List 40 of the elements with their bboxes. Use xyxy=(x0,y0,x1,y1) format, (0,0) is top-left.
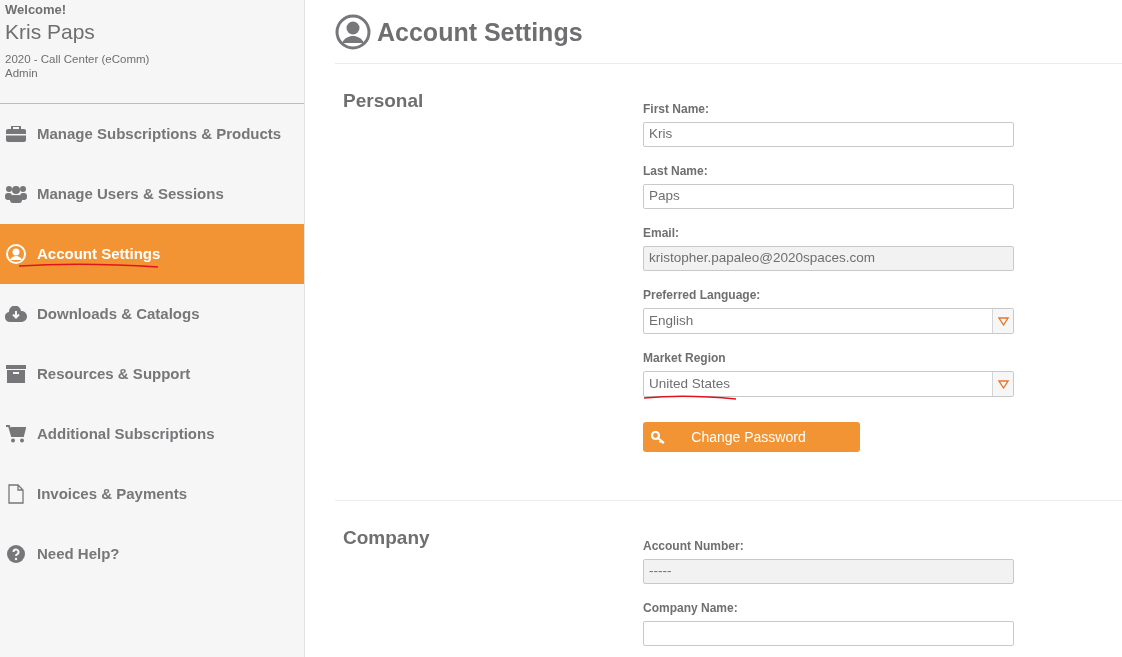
section-title: Company xyxy=(342,526,431,550)
user-name: Kris Paps xyxy=(5,19,95,45)
archive-box-icon xyxy=(5,365,27,383)
dropdown-arrow-icon xyxy=(997,379,1009,389)
organization-text: 2020 - Call Center (eComm) xyxy=(5,52,150,66)
sidebar-item[interactable]: Downloads & Catalogs xyxy=(0,284,304,344)
field-label: Company Name: xyxy=(643,600,738,617)
field-label: Preferred Language: xyxy=(643,287,761,304)
key-icon xyxy=(651,430,665,444)
sidebar-item[interactable]: Need Help? xyxy=(0,524,304,584)
sidebar-item[interactable]: Additional Subscriptions xyxy=(0,404,304,464)
section-title: Personal xyxy=(342,89,425,113)
help-icon xyxy=(5,545,27,563)
change-password-button[interactable]: Change Password xyxy=(643,422,860,452)
sidebar-item[interactable]: Account Settings xyxy=(0,224,304,284)
welcome-text: Welcome! xyxy=(5,2,67,18)
sidebar-item[interactable]: Resources & Support xyxy=(0,344,304,404)
cloud-download-icon xyxy=(5,306,27,322)
field-label: Market Region xyxy=(643,350,726,367)
input-field[interactable] xyxy=(643,621,1014,646)
cart-icon xyxy=(5,425,27,443)
input-field[interactable]: Paps xyxy=(643,184,1014,209)
input-field[interactable]: Kris xyxy=(643,122,1014,147)
users-icon xyxy=(5,185,27,203)
sidebar-item[interactable]: Manage Users & Sessions xyxy=(0,164,304,224)
sidebar-item[interactable]: Invoices & Payments xyxy=(0,464,304,524)
user-circle-icon xyxy=(5,244,27,264)
field-label: Last Name: xyxy=(643,163,708,180)
field-label: Email: xyxy=(643,225,679,242)
document-icon xyxy=(5,484,27,504)
field-label: First Name: xyxy=(643,101,710,118)
role-text: Admin xyxy=(5,66,38,80)
select-field[interactable]: United States xyxy=(643,371,1014,397)
select-field[interactable]: English xyxy=(643,308,1014,334)
sidebar-item[interactable]: Manage Subscriptions & Products xyxy=(0,104,304,164)
dropdown-arrow-icon xyxy=(997,316,1009,326)
page-title: Account Settings xyxy=(377,16,583,47)
field-label: Account Number: xyxy=(643,538,744,555)
user-avatar-icon xyxy=(335,13,371,50)
briefcase-icon xyxy=(5,126,27,142)
